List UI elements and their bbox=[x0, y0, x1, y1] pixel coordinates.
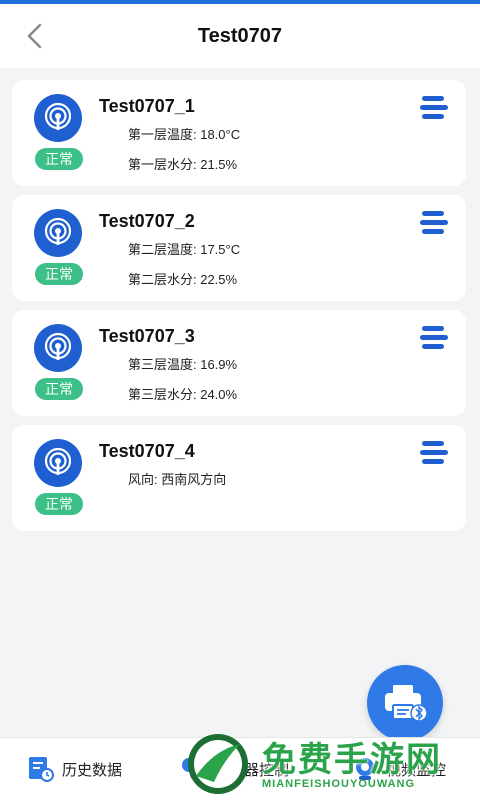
device-card[interactable]: 正常 Test0707_1 第一层温度: 18.0°C 第一层水分: 21.5% bbox=[12, 80, 466, 186]
nav-history-data[interactable]: 历史数据 bbox=[28, 756, 122, 782]
reading-moisture: 第一层水分: 21.5% bbox=[128, 157, 238, 172]
nav-relay-control[interactable]: 继电器控制 bbox=[180, 756, 289, 782]
device-list: 正常 Test0707_1 第一层温度: 18.0°C 第一层水分: 21.5%… bbox=[12, 80, 466, 540]
reading-wind-direction: 风向: 西南风方向 bbox=[128, 472, 227, 487]
device-card[interactable]: 正常 Test0707_2 第二层温度: 17.5°C 第二层水分: 22.5% bbox=[12, 195, 466, 301]
chevron-left-icon bbox=[27, 23, 42, 49]
reading-temperature: 第一层温度: 18.0°C bbox=[128, 127, 241, 142]
status-badge: 正常 bbox=[35, 148, 83, 170]
video-monitor-icon bbox=[356, 758, 374, 780]
signal-tower-icon bbox=[34, 439, 82, 487]
status-badge: 正常 bbox=[35, 493, 83, 515]
bottom-nav: 历史数据 继电器控制 视频监控 bbox=[0, 737, 480, 800]
app-header: Test0707 bbox=[0, 4, 480, 68]
device-card[interactable]: 正常 Test0707_3 第三层温度: 16.9% 第三层水分: 24.0% bbox=[12, 310, 466, 416]
device-name: Test0707_1 bbox=[99, 96, 195, 116]
printer-icon bbox=[385, 685, 428, 722]
relay-control-icon bbox=[182, 758, 204, 781]
menu-icon[interactable] bbox=[420, 209, 450, 237]
menu-icon[interactable] bbox=[420, 439, 450, 467]
device-name: Test0707_4 bbox=[99, 441, 195, 461]
bluetooth-printer-button[interactable] bbox=[367, 665, 443, 741]
nav-video-monitor-label: 视频监控 bbox=[386, 761, 447, 779]
reading-temperature: 第三层温度: 16.9% bbox=[128, 357, 238, 372]
menu-icon[interactable] bbox=[420, 94, 450, 122]
signal-tower-icon bbox=[34, 209, 82, 257]
reading-moisture: 第三层水分: 24.0% bbox=[128, 387, 238, 402]
menu-icon[interactable] bbox=[420, 324, 450, 352]
status-badge: 正常 bbox=[35, 263, 83, 285]
nav-relay-control-label: 继电器控制 bbox=[214, 761, 290, 779]
page-title: Test0707 bbox=[197, 24, 283, 47]
device-name: Test0707_3 bbox=[99, 326, 195, 346]
status-badge: 正常 bbox=[35, 378, 83, 400]
history-data-icon bbox=[29, 757, 54, 782]
nav-video-monitor[interactable]: 视频监控 bbox=[352, 756, 446, 782]
signal-tower-icon bbox=[34, 324, 82, 372]
device-name: Test0707_2 bbox=[99, 211, 195, 231]
reading-moisture: 第二层水分: 22.5% bbox=[128, 272, 238, 287]
nav-history-data-label: 历史数据 bbox=[62, 761, 123, 779]
device-card[interactable]: 正常 Test0707_4 风向: 西南风方向 bbox=[12, 425, 466, 531]
reading-temperature: 第二层温度: 17.5°C bbox=[128, 242, 241, 257]
signal-tower-icon bbox=[34, 94, 82, 142]
back-button[interactable] bbox=[18, 18, 50, 54]
